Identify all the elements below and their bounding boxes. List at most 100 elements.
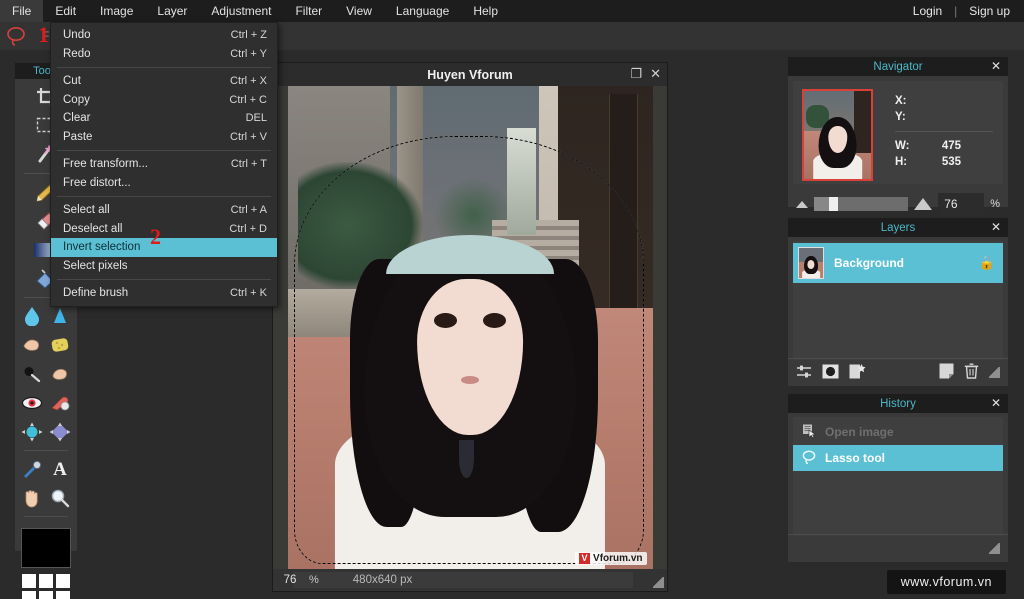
smudge-tool[interactable] <box>18 331 46 359</box>
menu-item-shortcut: Ctrl + K <box>230 287 267 300</box>
resize-grip-icon[interactable] <box>989 367 1000 378</box>
palette-swatch[interactable] <box>39 591 53 599</box>
hand-tool[interactable] <box>18 484 46 512</box>
history-list: Open image Lasso tool <box>793 417 1003 536</box>
menu-separator <box>57 196 271 197</box>
menu-file[interactable]: File <box>0 0 44 22</box>
status-percent-label: % <box>309 574 319 586</box>
menu-item-invert-selection[interactable]: Invert selection <box>51 238 277 257</box>
navigator-title: Navigator <box>873 60 923 73</box>
red-eye-tool[interactable] <box>18 389 46 417</box>
menu-item-select-all[interactable]: Select all Ctrl + A <box>51 201 277 220</box>
palette-swatch[interactable] <box>22 574 36 588</box>
small-mountain-icon[interactable] <box>796 200 808 208</box>
zoom-tool[interactable] <box>46 484 74 512</box>
menu-item-select-pixels[interactable]: Select pixels <box>51 257 277 276</box>
palette-swatch[interactable] <box>56 591 70 599</box>
burn-tool[interactable] <box>46 360 74 388</box>
menu-item-clear[interactable]: Clear DEL <box>51 109 277 128</box>
menu-help[interactable]: Help <box>461 0 510 22</box>
layers-titlebar: Layers ✕ <box>788 218 1008 237</box>
restore-window-icon[interactable]: ❐ <box>630 67 642 81</box>
history-label: Open image <box>825 425 894 439</box>
menu-edit[interactable]: Edit <box>43 0 88 22</box>
pucker-tool[interactable] <box>46 418 74 446</box>
menu-image[interactable]: Image <box>88 0 145 22</box>
menu-item-shortcut: Ctrl + V <box>230 130 267 143</box>
palette-swatch[interactable] <box>22 591 36 599</box>
menu-item-copy[interactable]: Copy Ctrl + C <box>51 91 277 110</box>
dodge-tool[interactable] <box>18 360 46 388</box>
foreground-color-swatch[interactable] <box>21 528 71 568</box>
history-toolbar <box>788 534 1008 562</box>
close-icon[interactable]: ✕ <box>991 220 1001 234</box>
status-zoom-value[interactable]: 76 <box>277 574 303 586</box>
navigator-y-row: Y: <box>895 109 1003 125</box>
resize-grip-icon[interactable] <box>653 577 664 588</box>
resize-grip-icon[interactable] <box>989 543 1000 554</box>
layers-list: Background 🔒 <box>793 241 1003 360</box>
bloat-tool[interactable] <box>18 418 46 446</box>
menu-separator <box>57 279 271 280</box>
menu-divider: | <box>954 4 958 18</box>
palette-swatch[interactable] <box>39 574 53 588</box>
navigator-y-value <box>919 109 961 125</box>
zoom-slider-handle[interactable] <box>829 197 839 211</box>
navigator-thumbnail[interactable] <box>802 89 873 181</box>
image-window: Huyen Vforum ❐ ✕ V Vforum.vn 76 % 480x64… <box>272 62 668 592</box>
sponge-tool[interactable] <box>46 331 74 359</box>
blur-tool[interactable] <box>18 302 46 330</box>
menu-item-label: Define brush <box>63 287 129 300</box>
text-tool[interactable]: A <box>46 455 74 483</box>
close-icon[interactable]: ✕ <box>991 396 1001 410</box>
photo-image: V Vforum.vn <box>287 86 653 569</box>
zoom-value-input[interactable]: 76 <box>938 193 985 215</box>
add-layer-style-icon[interactable] <box>849 363 866 382</box>
menu-item-label: Invert selection <box>63 241 141 254</box>
menu-item-shortcut: Ctrl + T <box>230 158 267 171</box>
menu-item-deselect-all[interactable]: Deselect all Ctrl + D <box>51 220 277 239</box>
menu-item-free-distort[interactable]: Free distort... <box>51 174 277 193</box>
image-watermark: V Vforum.vn <box>575 552 647 565</box>
history-row-lasso-tool[interactable]: Lasso tool <box>793 445 1003 471</box>
close-icon[interactable]: ✕ <box>991 59 1001 73</box>
menu-item-shortcut: Ctrl + Y <box>230 47 267 60</box>
duplicate-layer-icon[interactable] <box>939 363 954 382</box>
menu-language[interactable]: Language <box>384 0 461 22</box>
menu-view[interactable]: View <box>334 0 384 22</box>
layer-settings-icon[interactable] <box>796 364 812 382</box>
zoom-percent-label: % <box>990 198 1000 210</box>
palette-swatch[interactable] <box>56 574 70 588</box>
image-window-titlebar[interactable]: Huyen Vforum ❐ ✕ <box>273 63 667 86</box>
login-link[interactable]: Login <box>907 4 948 18</box>
image-window-title: Huyen Vforum <box>427 67 513 82</box>
delete-layer-icon[interactable] <box>964 363 979 382</box>
lasso-icon <box>801 449 817 467</box>
menu-item-label: Deselect all <box>63 222 123 235</box>
menu-item-free-transform[interactable]: Free transform... Ctrl + T <box>51 155 277 174</box>
layer-row-background[interactable]: Background 🔒 <box>793 243 1003 283</box>
image-status-bar: 76 % 480x640 px <box>273 569 667 591</box>
image-canvas-area[interactable]: V Vforum.vn <box>273 86 667 569</box>
clone-stamp-tool[interactable] <box>46 389 74 417</box>
menu-item-undo[interactable]: Undo Ctrl + Z <box>51 26 277 45</box>
menu-item-define-brush[interactable]: Define brush Ctrl + K <box>51 284 277 303</box>
menu-item-label: Free distort... <box>63 176 131 189</box>
history-label: Lasso tool <box>825 451 886 465</box>
menu-layer[interactable]: Layer <box>145 0 199 22</box>
menu-item-redo[interactable]: Redo Ctrl + Y <box>51 45 277 64</box>
menu-item-paste[interactable]: Paste Ctrl + V <box>51 128 277 147</box>
zoom-slider[interactable] <box>814 197 909 211</box>
menu-adjustment[interactable]: Adjustment <box>199 0 283 22</box>
history-row-open-image[interactable]: Open image <box>793 419 1003 445</box>
signup-link[interactable]: Sign up <box>963 4 1016 18</box>
layer-mask-icon[interactable] <box>822 364 839 382</box>
lock-icon[interactable]: 🔒 <box>979 255 995 271</box>
menu-filter[interactable]: Filter <box>283 0 334 22</box>
large-mountain-icon[interactable] <box>914 198 933 210</box>
close-icon[interactable]: ✕ <box>650 67 661 81</box>
menu-item-shortcut: DEL <box>245 112 267 125</box>
menu-item-cut[interactable]: Cut Ctrl + X <box>51 72 277 91</box>
eyedropper-tool[interactable] <box>18 455 46 483</box>
layer-thumbnail[interactable] <box>798 247 824 279</box>
